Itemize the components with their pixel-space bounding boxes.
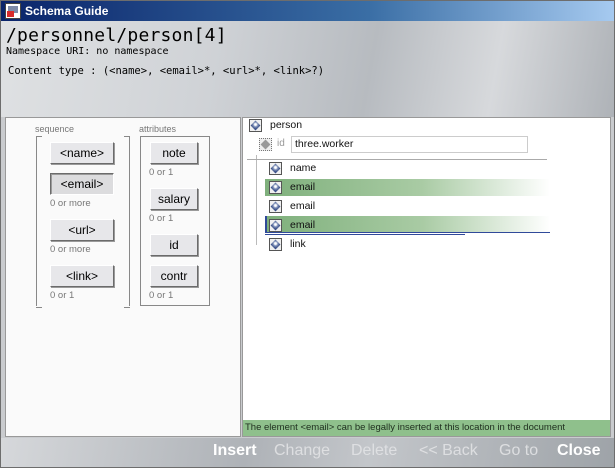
attribute-button-id[interactable]: id	[150, 234, 198, 256]
tree-node-label: person	[270, 119, 303, 131]
content-type: Content type : (<name>, <email>*, <url>*…	[8, 65, 325, 77]
sequence-label: sequence	[35, 124, 75, 134]
header-panel: /personnel/person[4] Namespace URI: no n…	[1, 21, 614, 117]
schema-guide-window: Schema Guide /personnel/person[4] Namesp…	[0, 0, 615, 468]
note-occurrence: 0 or 1	[149, 167, 174, 178]
attribute-button-contr[interactable]: contr	[150, 265, 198, 287]
title-bar[interactable]: Schema Guide	[1, 1, 614, 21]
document-tree-panel: person id three.worker name email email …	[242, 117, 611, 437]
element-node-icon	[249, 118, 262, 132]
url-occurrence: 0 or more	[50, 244, 91, 255]
element-node-icon	[269, 161, 282, 175]
element-node-icon	[269, 218, 282, 232]
tree-node-name[interactable]: name	[269, 159, 316, 177]
tree-node-email[interactable]: email	[269, 178, 315, 196]
tree-node-label: email	[290, 181, 316, 193]
element-node-icon	[269, 199, 282, 213]
tree-attribute-row	[259, 135, 277, 153]
delete-button[interactable]: Delete	[351, 440, 397, 462]
schema-elements-panel: sequence attributes <name> <email> 0 or …	[5, 117, 241, 437]
element-node-icon	[269, 237, 282, 251]
element-button-email[interactable]: <email>	[50, 173, 114, 195]
app-icon	[5, 3, 21, 19]
footer-toolbar: Insert Change Delete << Back Go to Close	[1, 438, 614, 467]
tree-node-label: link	[290, 238, 306, 250]
attribute-name-label: id	[277, 138, 285, 149]
tree-node-link[interactable]: link	[269, 235, 306, 253]
tree-node-label: email	[290, 200, 316, 212]
element-path: /personnel/person[4]	[6, 25, 227, 46]
link-occurrence: 0 or 1	[50, 290, 75, 301]
attribute-button-note[interactable]: note	[150, 142, 198, 164]
element-button-link[interactable]: <link>	[50, 265, 114, 287]
back-button[interactable]: << Back	[419, 440, 478, 462]
element-node-icon	[269, 180, 282, 194]
tree-node-email-selected[interactable]: email	[269, 216, 315, 234]
contr-occurrence: 0 or 1	[149, 290, 174, 301]
goto-button[interactable]: Go to	[499, 440, 538, 462]
status-message: The element <email> can be legally inser…	[243, 420, 610, 436]
namespace-uri: Namespace URI: no namespace	[6, 46, 169, 57]
tree-node-label: name	[290, 162, 317, 174]
attribute-button-salary[interactable]: salary	[150, 188, 198, 210]
tree-node-label: email	[290, 219, 316, 231]
salary-occurrence: 0 or 1	[149, 213, 174, 224]
tree-connector	[256, 155, 257, 245]
tree-node-person[interactable]: person	[249, 116, 302, 134]
tree-node-email[interactable]: email	[269, 197, 315, 215]
window-title: Schema Guide	[25, 4, 109, 18]
attributes-label: attributes	[139, 124, 177, 134]
close-button[interactable]: Close	[557, 440, 601, 462]
element-button-name[interactable]: <name>	[50, 142, 114, 164]
change-button[interactable]: Change	[274, 440, 330, 462]
element-button-url[interactable]: <url>	[50, 219, 114, 241]
attribute-node-icon	[259, 137, 272, 151]
insert-button[interactable]: Insert	[213, 440, 257, 462]
attribute-value-field[interactable]: three.worker	[291, 136, 528, 153]
email-occurrence: 0 or more	[50, 198, 91, 209]
